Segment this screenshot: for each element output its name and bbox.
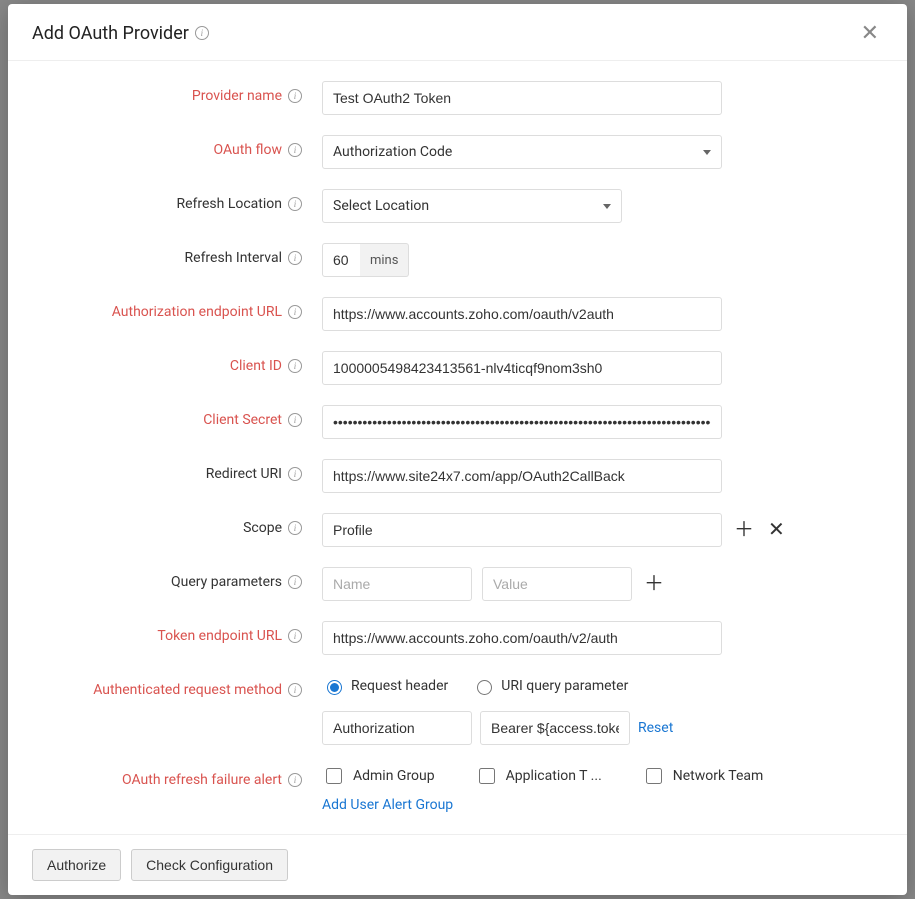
info-icon[interactable]: i [288,629,302,643]
label-client-id: Client ID i [32,351,322,374]
label-refresh-failure-alert: OAuth refresh failure alert i [32,765,322,788]
chevron-down-icon [603,204,611,209]
row-client-secret: Client Secret i [32,405,883,439]
query-param-value-input[interactable] [482,567,632,601]
row-refresh-interval: Refresh Interval i mins [32,243,883,277]
row-auth-method: Authenticated request method i Request h… [32,675,883,745]
reset-link[interactable]: Reset [638,720,673,736]
checkbox-admin-group-input[interactable] [326,768,342,784]
scope-input[interactable] [322,513,722,547]
checkbox-admin-group[interactable]: Admin Group [322,765,435,787]
info-icon[interactable]: i [288,251,302,265]
modal-header: Add OAuth Provider i ✕ [8,4,907,61]
row-query-params: Query parameters i ＋ [32,567,883,601]
label-oauth-flow: OAuth flow i [32,135,322,158]
checkbox-application-team-input[interactable] [479,768,495,784]
label-scope: Scope i [32,513,322,536]
oauth-provider-modal: Add OAuth Provider i ✕ Provider name i O… [8,4,907,895]
oauth-flow-select[interactable]: Authorization Code [322,135,722,169]
checkbox-network-team-input[interactable] [646,768,662,784]
auth-header-value-input[interactable] [480,711,630,745]
row-client-id: Client ID i [32,351,883,385]
refresh-interval-unit: mins [360,243,409,277]
modal-footer: Authorize Check Configuration [8,834,907,895]
modal-body: Provider name i OAuth flow i Authorizati… [8,61,907,834]
remove-scope-button[interactable]: ✕ [766,520,787,540]
info-icon[interactable]: i [288,521,302,535]
refresh-location-select[interactable]: Select Location [322,189,622,223]
row-token-endpoint: Token endpoint URL i [32,621,883,655]
modal-title-text: Add OAuth Provider [32,23,189,44]
label-client-secret: Client Secret i [32,405,322,428]
info-icon[interactable]: i [288,89,302,103]
info-icon[interactable]: i [288,359,302,373]
label-refresh-location: Refresh Location i [32,189,322,212]
row-auth-endpoint: Authorization endpoint URL i [32,297,883,331]
label-redirect-uri: Redirect URI i [32,459,322,482]
info-icon[interactable]: i [288,197,302,211]
modal-title: Add OAuth Provider i [32,23,209,44]
row-oauth-flow: OAuth flow i Authorization Code [32,135,883,169]
label-provider-name: Provider name i [32,81,322,104]
client-id-input[interactable] [322,351,722,385]
query-param-name-input[interactable] [322,567,472,601]
label-auth-endpoint: Authorization endpoint URL i [32,297,322,320]
redirect-uri-input[interactable] [322,459,722,493]
label-token-endpoint: Token endpoint URL i [32,621,322,644]
auth-endpoint-input[interactable] [322,297,722,331]
chevron-down-icon [703,150,711,155]
client-secret-input[interactable] [322,405,722,439]
radio-uri-query[interactable]: URI query parameter [472,677,628,695]
label-query-params: Query parameters i [32,567,322,590]
alert-group-checkboxes: Admin Group Application T ... Network Te… [322,765,763,787]
info-icon[interactable]: i [288,413,302,427]
checkbox-application-team[interactable]: Application T ... [475,765,602,787]
add-query-param-button[interactable]: ＋ [642,574,666,594]
provider-name-input[interactable] [322,81,722,115]
row-refresh-location: Refresh Location i Select Location [32,189,883,223]
label-auth-method: Authenticated request method i [32,675,322,698]
close-button[interactable]: ✕ [857,22,883,44]
add-user-alert-group-link[interactable]: Add User Alert Group [322,797,453,813]
row-provider-name: Provider name i [32,81,883,115]
radio-uri-query-input[interactable] [477,680,492,695]
token-endpoint-input[interactable] [322,621,722,655]
row-redirect-uri: Redirect URI i [32,459,883,493]
auth-header-name-input[interactable] [322,711,472,745]
info-icon[interactable]: i [288,143,302,157]
info-icon[interactable]: i [288,773,302,787]
row-refresh-failure-alert: OAuth refresh failure alert i Admin Grou… [32,765,883,813]
info-icon[interactable]: i [288,683,302,697]
info-icon[interactable]: i [288,305,302,319]
info-icon[interactable]: i [288,467,302,481]
auth-method-radio-group: Request header URI query parameter [322,675,628,695]
label-refresh-interval: Refresh Interval i [32,243,322,266]
info-icon[interactable]: i [195,26,209,40]
check-configuration-button[interactable]: Check Configuration [131,849,288,881]
checkbox-network-team[interactable]: Network Team [642,765,764,787]
radio-request-header-input[interactable] [327,680,342,695]
info-icon[interactable]: i [288,575,302,589]
row-scope: Scope i ＋ ✕ [32,513,883,547]
add-scope-button[interactable]: ＋ [732,520,756,540]
authorize-button[interactable]: Authorize [32,849,121,881]
radio-request-header[interactable]: Request header [322,677,448,695]
